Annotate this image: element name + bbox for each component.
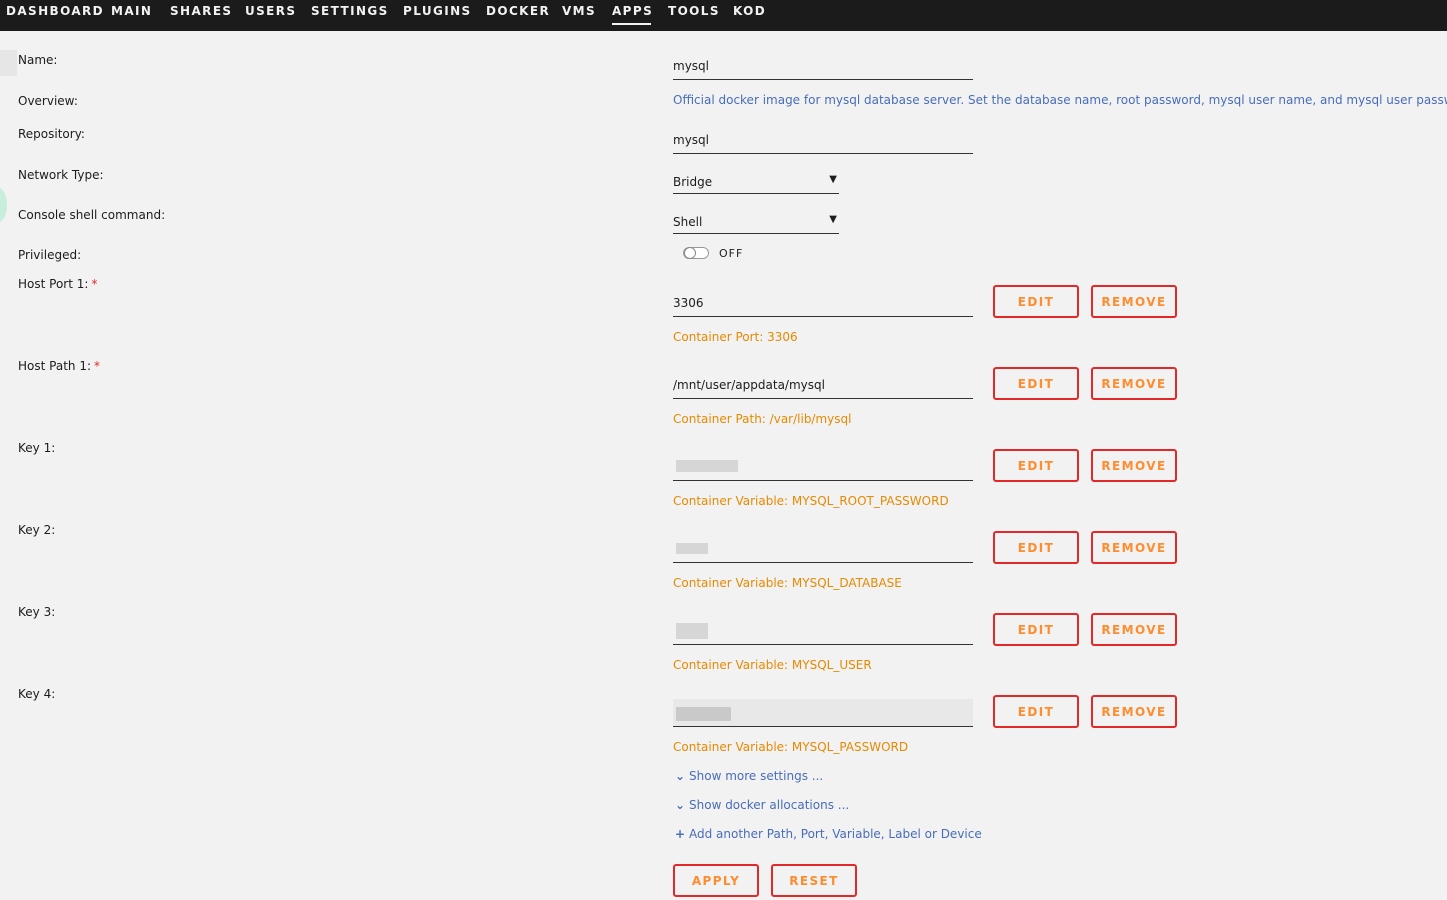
key-3-edit-button[interactable]: EDIT (993, 613, 1079, 646)
host-port-1-input[interactable] (673, 289, 973, 317)
reset-button[interactable]: RESET (771, 864, 857, 897)
name-input[interactable] (673, 52, 973, 80)
nav-settings[interactable]: SETTINGS (311, 4, 389, 18)
key-4-remove-button[interactable]: REMOVE (1091, 695, 1177, 728)
overview-label: Overview: (18, 94, 78, 108)
key-2-input[interactable] (673, 535, 973, 563)
key-1-label: Key 1: (18, 441, 56, 455)
host-port-1-remove-button[interactable]: REMOVE (1091, 285, 1177, 318)
key-1-remove-button[interactable]: REMOVE (1091, 449, 1177, 482)
privileged-state: OFF (719, 247, 744, 260)
console-shell-select[interactable]: Shell ▼ (673, 208, 839, 234)
nav-users[interactable]: USERS (245, 4, 296, 18)
nav-tools[interactable]: TOOLS (668, 4, 720, 18)
key-3-label: Key 3: (18, 605, 56, 619)
network-type-value: Bridge (673, 175, 713, 189)
host-path-1-edit-button[interactable]: EDIT (993, 367, 1079, 400)
key-4-hint: Container Variable: MYSQL_PASSWORD (673, 740, 909, 754)
app-icon (0, 50, 17, 76)
show-docker-allocations-link[interactable]: ⌄ Show docker allocations ... (675, 798, 849, 812)
nav-kod[interactable]: KOD (733, 4, 766, 18)
key-1-hint: Container Variable: MYSQL_ROOT_PASSWORD (673, 494, 949, 508)
nav-vms[interactable]: VMS (562, 4, 596, 18)
help-icon[interactable] (0, 188, 7, 222)
nav-apps[interactable]: APPS (612, 4, 653, 25)
add-another-link[interactable]: + Add another Path, Port, Variable, Label… (675, 827, 982, 841)
required-marker: * (94, 359, 100, 373)
redacted-value (676, 707, 731, 721)
nav-docker[interactable]: DOCKER (486, 4, 550, 18)
required-marker: * (91, 277, 98, 291)
host-port-1-edit-button[interactable]: EDIT (993, 285, 1079, 318)
show-docker-allocations-text: Show docker allocations ... (689, 798, 850, 812)
console-shell-value: Shell (673, 215, 703, 229)
dropdown-caret-icon: ▼ (829, 174, 837, 185)
key-2-edit-button[interactable]: EDIT (993, 531, 1079, 564)
plus-icon: + (675, 827, 686, 841)
apply-button[interactable]: APPLY (673, 864, 759, 897)
top-navigation: DASHBOARD MAIN SHARES USERS SETTINGS PLU… (0, 0, 1447, 31)
network-type-select[interactable]: Bridge ▼ (673, 168, 839, 194)
redacted-value (676, 460, 738, 472)
chevron-down-icon: ⌄ (675, 798, 686, 812)
key-3-hint: Container Variable: MYSQL_USER (673, 658, 872, 672)
key-3-remove-button[interactable]: REMOVE (1091, 613, 1177, 646)
host-port-1-hint: Container Port: 3306 (673, 330, 798, 344)
key-2-hint: Container Variable: MYSQL_DATABASE (673, 576, 902, 590)
host-path-1-label: Host Path 1: * (18, 359, 100, 373)
key-2-remove-button[interactable]: REMOVE (1091, 531, 1177, 564)
host-port-1-label-text: Host Port 1: (18, 277, 89, 291)
console-shell-label: Console shell command: (18, 208, 166, 222)
show-more-settings-text: Show more settings ... (689, 769, 824, 783)
add-another-text: Add another Path, Port, Variable, Label … (689, 827, 982, 841)
nav-dashboard[interactable]: DASHBOARD (6, 4, 104, 18)
host-path-1-input[interactable] (673, 371, 973, 399)
nav-main[interactable]: MAIN (111, 4, 152, 18)
name-label: Name: (18, 53, 58, 67)
key-2-label: Key 2: (18, 523, 56, 537)
host-path-1-hint: Container Path: /var/lib/mysql (673, 412, 852, 426)
nav-plugins[interactable]: PLUGINS (403, 4, 472, 18)
nav-shares[interactable]: SHARES (170, 4, 232, 18)
show-more-settings-link[interactable]: ⌄ Show more settings ... (675, 769, 823, 783)
host-port-1-label: Host Port 1: * (18, 277, 97, 291)
toggle-knob (684, 247, 696, 259)
chevron-down-icon: ⌄ (675, 769, 686, 783)
dropdown-caret-icon: ▼ (829, 214, 837, 225)
privileged-toggle[interactable] (683, 247, 709, 259)
repository-input[interactable] (673, 126, 973, 154)
privileged-label: Privileged: (18, 248, 82, 262)
redacted-value (676, 543, 708, 554)
key-1-edit-button[interactable]: EDIT (993, 449, 1079, 482)
overview-text: Official docker image for mysql database… (673, 93, 1447, 107)
repository-label: Repository: (18, 127, 85, 141)
key-4-edit-button[interactable]: EDIT (993, 695, 1079, 728)
host-path-1-remove-button[interactable]: REMOVE (1091, 367, 1177, 400)
redacted-value (676, 623, 708, 639)
network-type-label: Network Type: (18, 168, 104, 182)
key-3-input[interactable] (673, 617, 973, 645)
key-4-label: Key 4: (18, 687, 56, 701)
host-path-1-label-text: Host Path 1: (18, 359, 91, 373)
